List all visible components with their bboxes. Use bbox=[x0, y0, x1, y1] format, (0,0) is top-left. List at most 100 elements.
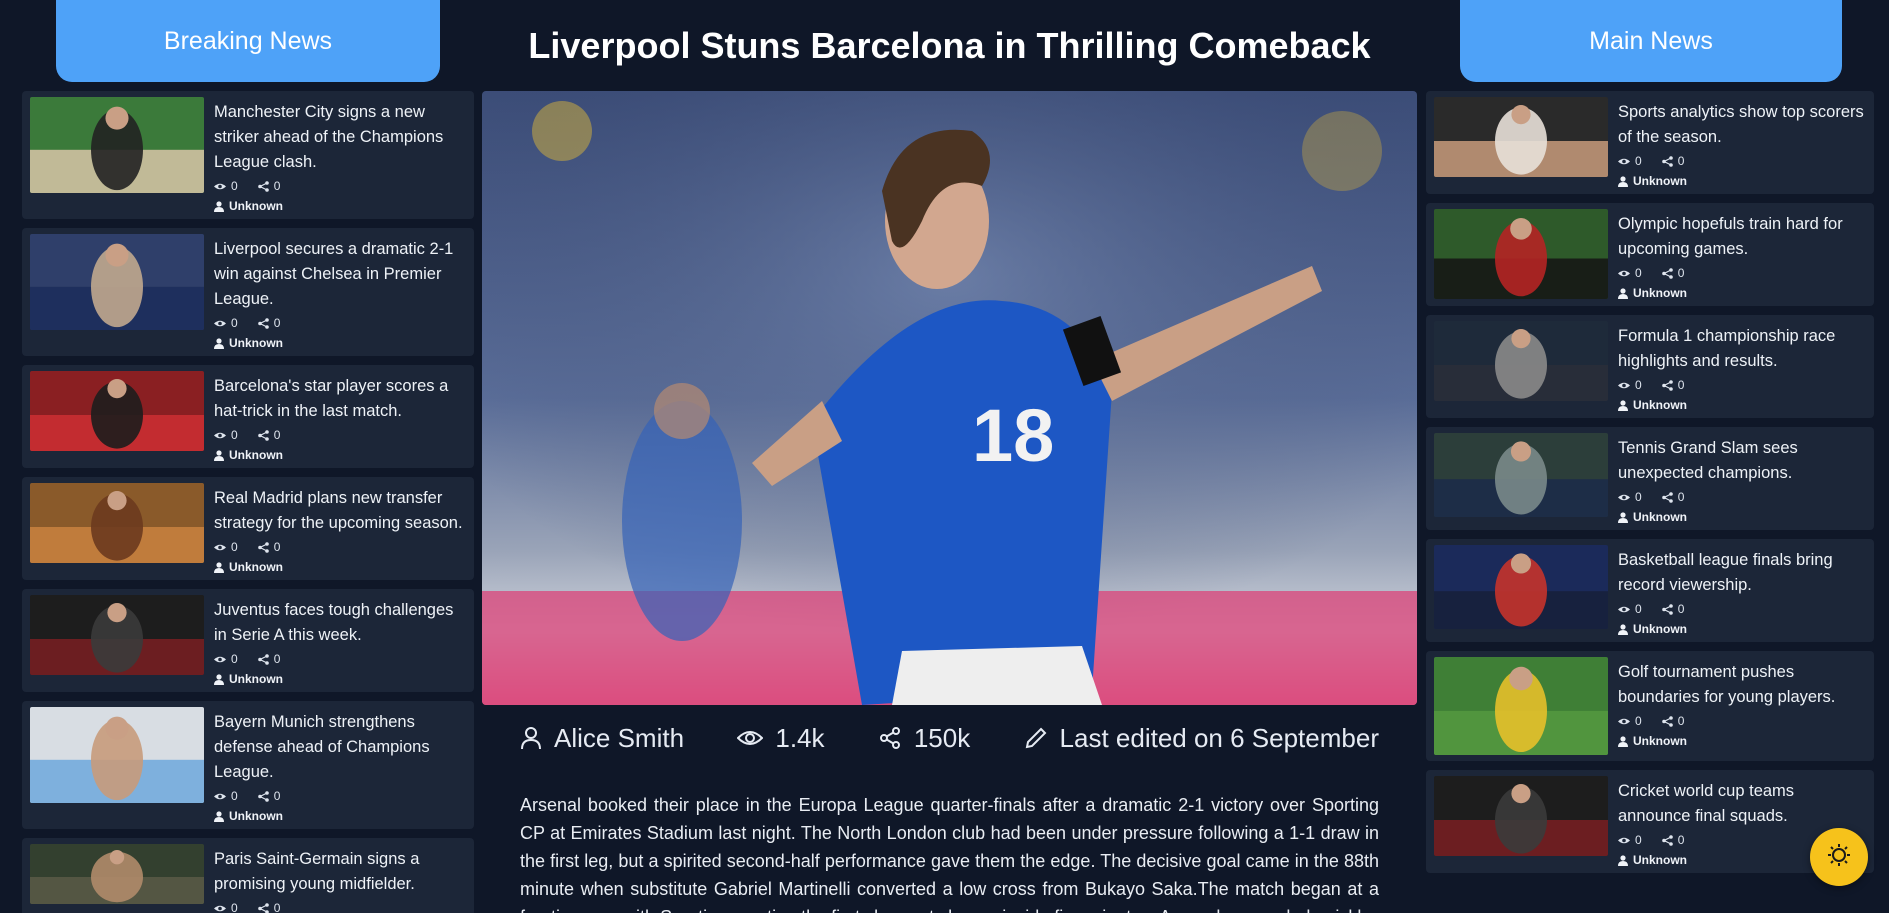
user-icon bbox=[214, 561, 224, 573]
news-author-name: Unknown bbox=[229, 199, 283, 213]
svg-text:18: 18 bbox=[972, 394, 1054, 477]
news-shares[interactable]: 0 bbox=[1661, 154, 1684, 168]
news-title[interactable]: Real Madrid plans new transfer strategy … bbox=[214, 486, 466, 536]
news-shares[interactable]: 0 bbox=[257, 540, 280, 554]
news-views: 0 bbox=[1618, 602, 1642, 616]
news-views-count: 0 bbox=[231, 179, 238, 193]
news-shares-count: 0 bbox=[273, 901, 281, 913]
news-card-body: Formula 1 championship race highlights a… bbox=[1608, 321, 1866, 412]
user-icon bbox=[1618, 623, 1628, 635]
main-news-button[interactable]: Main News bbox=[1460, 0, 1842, 82]
news-title[interactable]: Liverpool secures a dramatic 2-1 win aga… bbox=[214, 237, 466, 312]
eye-icon bbox=[1618, 381, 1630, 390]
author-name[interactable]: Alice Smith bbox=[554, 723, 684, 754]
article-headline: Liverpool Stuns Barcelona in Thrilling C… bbox=[528, 24, 1371, 66]
news-shares[interactable]: 0 bbox=[257, 652, 280, 666]
news-stats: 0 0 bbox=[1618, 152, 1866, 170]
share-icon bbox=[1661, 603, 1673, 615]
news-views-count: 0 bbox=[1635, 714, 1642, 728]
news-title[interactable]: Paris Saint-Germain signs a promising yo… bbox=[214, 847, 466, 897]
news-shares[interactable]: 0 bbox=[1661, 378, 1684, 392]
news-author: Unknown bbox=[214, 560, 466, 574]
news-card[interactable]: Juventus faces tough challenges in Serie… bbox=[22, 589, 474, 692]
news-card[interactable]: Basketball league finals bring record vi… bbox=[1426, 539, 1874, 642]
news-thumbnail bbox=[1434, 776, 1608, 856]
news-card[interactable]: Formula 1 championship race highlights a… bbox=[1426, 315, 1874, 418]
breaking-news-list: Manchester City signs a new striker ahea… bbox=[22, 91, 474, 913]
news-card[interactable]: Real Madrid plans new transfer strategy … bbox=[22, 477, 474, 580]
news-shares-count: 0 bbox=[273, 179, 281, 193]
news-title[interactable]: Manchester City signs a new striker ahea… bbox=[214, 100, 466, 175]
news-author-name: Unknown bbox=[1633, 734, 1687, 748]
news-card[interactable]: Paris Saint-Germain signs a promising yo… bbox=[22, 838, 474, 913]
news-views: 0 bbox=[1618, 154, 1642, 168]
share-icon bbox=[1661, 834, 1673, 846]
news-card-body: Sports analytics show top scorers of the… bbox=[1608, 97, 1866, 188]
news-author-name: Unknown bbox=[1633, 286, 1687, 300]
news-title[interactable]: Olympic hopefuls train hard for upcoming… bbox=[1618, 212, 1866, 262]
share-icon bbox=[257, 653, 269, 665]
news-card[interactable]: Liverpool secures a dramatic 2-1 win aga… bbox=[22, 228, 474, 356]
news-stats: 0 0 bbox=[214, 177, 466, 195]
share-icon bbox=[1661, 155, 1673, 167]
news-shares[interactable]: 0 bbox=[257, 316, 280, 330]
news-title[interactable]: Bayern Munich strengthens defense ahead … bbox=[214, 710, 466, 785]
news-thumbnail bbox=[30, 844, 204, 904]
theme-toggle-button[interactable] bbox=[1810, 828, 1868, 886]
news-views: 0 bbox=[1618, 378, 1642, 392]
news-shares[interactable]: 0 bbox=[257, 789, 280, 803]
user-icon bbox=[1618, 287, 1628, 299]
news-author: Unknown bbox=[1618, 734, 1866, 748]
news-stats: 0 0 bbox=[1618, 600, 1866, 618]
sun-icon bbox=[1826, 842, 1852, 873]
news-stats: 0 0 bbox=[214, 650, 466, 668]
news-card[interactable]: Tennis Grand Slam sees unexpected champi… bbox=[1426, 427, 1874, 530]
news-author-name: Unknown bbox=[1633, 174, 1687, 188]
news-shares[interactable]: 0 bbox=[1661, 602, 1684, 616]
news-card[interactable]: Bayern Munich strengthens defense ahead … bbox=[22, 701, 474, 829]
news-title[interactable]: Cricket world cup teams announce final s… bbox=[1618, 779, 1866, 829]
news-stats: 0 0 bbox=[214, 899, 466, 913]
news-shares-count: 0 bbox=[1677, 266, 1685, 280]
article-shares[interactable]: 150k bbox=[878, 723, 970, 754]
news-card[interactable]: Manchester City signs a new striker ahea… bbox=[22, 91, 474, 219]
main-news-column: Main News Sports analytics show top scor… bbox=[1426, 0, 1874, 882]
news-card-body: Paris Saint-Germain signs a promising yo… bbox=[204, 844, 466, 913]
breaking-news-button[interactable]: Breaking News bbox=[56, 0, 440, 82]
news-thumbnail bbox=[1434, 321, 1608, 401]
news-card[interactable]: Olympic hopefuls train hard for upcoming… bbox=[1426, 203, 1874, 306]
news-shares[interactable]: 0 bbox=[257, 179, 281, 193]
news-title[interactable]: Barcelona's star player scores a hat-tri… bbox=[214, 374, 466, 424]
news-shares[interactable]: 0 bbox=[257, 428, 280, 442]
news-author: Unknown bbox=[214, 199, 466, 213]
share-icon bbox=[257, 902, 269, 913]
news-card[interactable]: Sports analytics show top scorers of the… bbox=[1426, 91, 1874, 194]
news-title[interactable]: Formula 1 championship race highlights a… bbox=[1618, 324, 1866, 374]
user-icon bbox=[214, 810, 224, 822]
news-author: Unknown bbox=[214, 672, 466, 686]
news-card[interactable]: Barcelona's star player scores a hat-tri… bbox=[22, 365, 474, 468]
news-stats: 0 0 bbox=[1618, 264, 1866, 282]
news-stats: 0 0 bbox=[214, 314, 466, 332]
user-icon bbox=[214, 200, 224, 212]
news-title[interactable]: Sports analytics show top scorers of the… bbox=[1618, 100, 1866, 150]
hero-image: 18 bbox=[482, 91, 1417, 705]
news-title[interactable]: Golf tournament pushes boundaries for yo… bbox=[1618, 660, 1866, 710]
share-icon bbox=[257, 317, 269, 329]
eye-icon bbox=[1618, 836, 1630, 845]
news-shares[interactable]: 0 bbox=[1661, 714, 1685, 728]
news-shares[interactable]: 0 bbox=[1661, 266, 1685, 280]
news-shares[interactable]: 0 bbox=[1661, 833, 1684, 847]
news-card[interactable]: Golf tournament pushes boundaries for yo… bbox=[1426, 651, 1874, 761]
news-author: Unknown bbox=[214, 809, 466, 823]
user-icon bbox=[1618, 399, 1628, 411]
news-shares[interactable]: 0 bbox=[1661, 490, 1684, 504]
news-title[interactable]: Basketball league finals bring record vi… bbox=[1618, 548, 1866, 598]
share-icon bbox=[1661, 379, 1673, 391]
article-edited: Last edited on 6 September bbox=[1024, 723, 1379, 754]
news-shares-count: 0 bbox=[1677, 714, 1685, 728]
news-title[interactable]: Juventus faces tough challenges in Serie… bbox=[214, 598, 466, 648]
news-card[interactable]: Cricket world cup teams announce final s… bbox=[1426, 770, 1874, 873]
news-shares[interactable]: 0 bbox=[257, 901, 281, 913]
news-title[interactable]: Tennis Grand Slam sees unexpected champi… bbox=[1618, 436, 1866, 486]
